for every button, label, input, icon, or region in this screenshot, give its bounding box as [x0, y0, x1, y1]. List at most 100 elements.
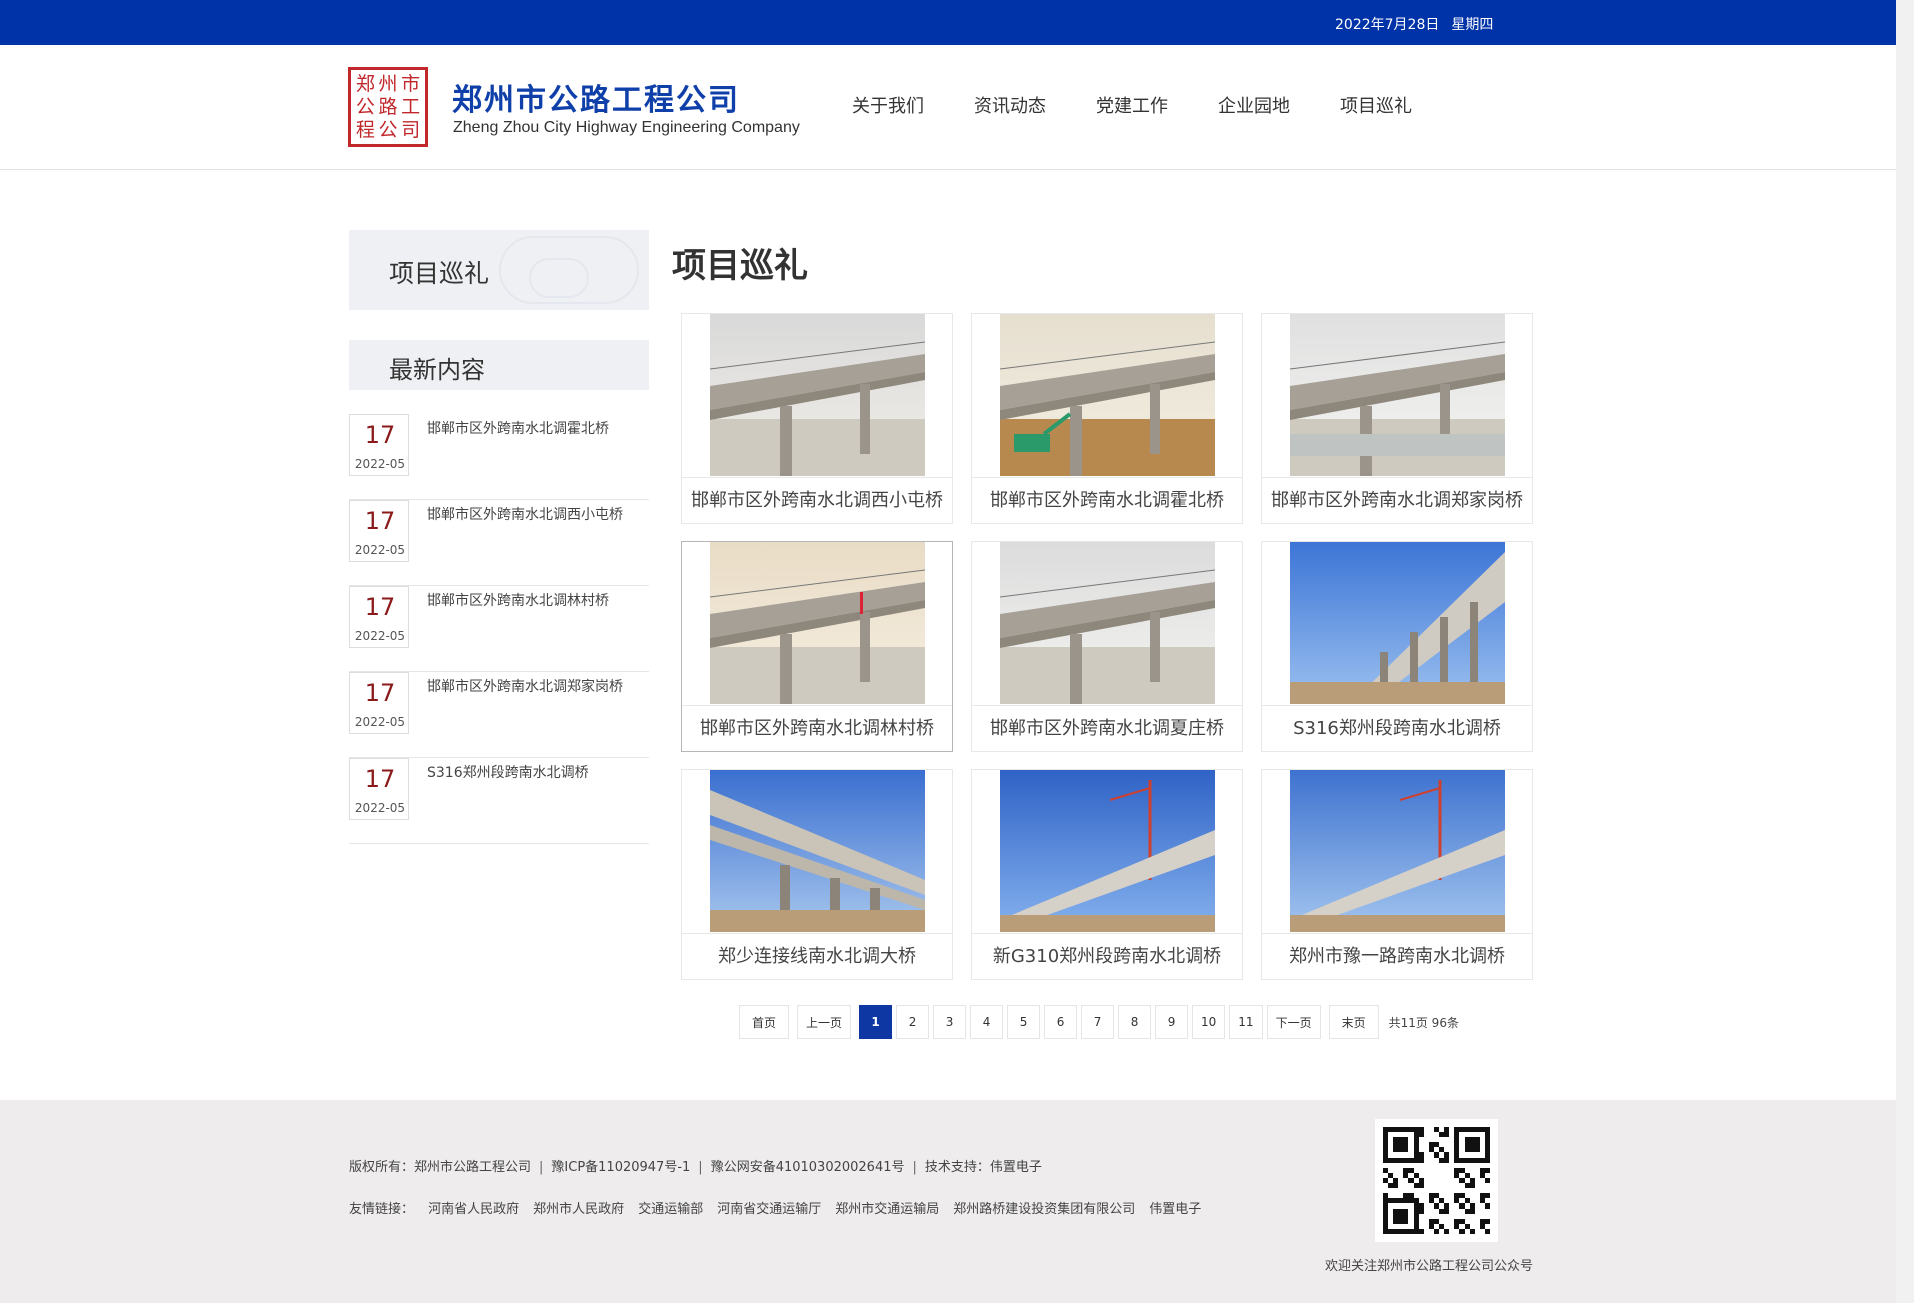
- friend-link-5[interactable]: 郑州市交通运输局: [835, 1202, 939, 1217]
- footer-friend-links: 友情链接： 河南省人民政府 郑州市人民政府 交通运输部 河南省交通运输厅 郑州市交通运输…: [349, 1198, 1215, 1217]
- project-photo[interactable]: [1290, 314, 1505, 476]
- news-title[interactable]: 邯郸市区外跨南水北调郑家岗桥: [427, 676, 623, 696]
- seal-character: 路: [378, 95, 398, 118]
- pagination-page-11[interactable]: 11: [1229, 1005, 1263, 1039]
- pagination-page-7[interactable]: 7: [1081, 1005, 1115, 1039]
- footer-copyright: 版权所有：郑州市公路工程公司: [349, 1160, 532, 1175]
- seal-character: 州: [378, 73, 398, 96]
- project-caption[interactable]: 郑少连接线南水北调大桥: [682, 933, 952, 979]
- friend-link-4[interactable]: 河南省交通运输厅: [717, 1202, 821, 1217]
- nav-item-4[interactable]: 企业园地: [1218, 92, 1340, 118]
- news-date-box: 17 2022-05: [349, 414, 409, 476]
- news-date-box: 17 2022-05: [349, 586, 409, 648]
- project-card[interactable]: 邯郸市区外跨南水北调西小屯桥: [681, 313, 953, 524]
- pagination-page-1[interactable]: 1: [859, 1005, 893, 1039]
- project-card[interactable]: 邯郸市区外跨南水北调林村桥: [681, 541, 953, 752]
- news-year-month: 2022-05: [354, 801, 406, 815]
- project-caption[interactable]: 郑州市豫一路跨南水北调桥: [1262, 933, 1532, 979]
- site-footer: 版权所有：郑州市公路工程公司 | 豫ICP备11020947号-1 | 豫公网安备410…: [0, 1100, 1896, 1303]
- pagination-last-button[interactable]: 末页: [1328, 1005, 1379, 1039]
- news-title[interactable]: S316郑州段跨南水北调桥: [427, 762, 589, 782]
- news-year-month: 2022-05: [354, 457, 406, 471]
- news-date-box: 17 2022-05: [349, 758, 409, 820]
- footer-police-link[interactable]: 豫公网安备41010302002641号: [711, 1160, 905, 1175]
- footer-support-link[interactable]: 技术支持：伟置电子: [925, 1160, 1042, 1175]
- project-card[interactable]: 邯郸市区外跨南水北调夏庄桥: [971, 541, 1243, 752]
- project-photo[interactable]: [710, 314, 925, 476]
- project-card[interactable]: 新G310郑州段跨南水北调桥: [971, 769, 1243, 980]
- page-scrollbar[interactable]: [1896, 0, 1914, 1303]
- news-list-item[interactable]: 17 2022-05 邯郸市区外跨南水北调霍北桥: [349, 414, 649, 500]
- pagination-first-button[interactable]: 首页: [739, 1005, 789, 1039]
- news-date-box: 17 2022-05: [349, 672, 409, 734]
- news-year-month: 2022-05: [354, 715, 406, 729]
- news-title[interactable]: 邯郸市区外跨南水北调林村桥: [427, 590, 609, 610]
- project-photo[interactable]: [1290, 770, 1505, 932]
- main-nav: 关于我们 资讯动态 党建工作 企业园地 项目巡礼: [852, 92, 1462, 118]
- seal-character: 工: [401, 95, 421, 118]
- date-text: 2022年7月28日: [1335, 17, 1440, 33]
- cloud-pattern-icon: [529, 258, 589, 298]
- news-title[interactable]: 邯郸市区外跨南水北调西小屯桥: [427, 504, 623, 524]
- project-caption[interactable]: 邯郸市区外跨南水北调夏庄桥: [972, 705, 1242, 751]
- news-list-item[interactable]: 17 2022-05 邯郸市区外跨南水北调郑家岗桥: [349, 672, 649, 758]
- pagination-page-9[interactable]: 9: [1155, 1005, 1189, 1039]
- project-photo[interactable]: [1000, 542, 1215, 704]
- pagination-page-10[interactable]: 10: [1192, 1005, 1226, 1039]
- project-caption[interactable]: 邯郸市区外跨南水北调郑家岗桥: [1262, 477, 1532, 523]
- pagination-page-6[interactable]: 6: [1044, 1005, 1078, 1039]
- project-caption[interactable]: 邯郸市区外跨南水北调霍北桥: [972, 477, 1242, 523]
- project-photo[interactable]: [1290, 542, 1505, 704]
- project-photo[interactable]: [710, 542, 925, 704]
- news-title[interactable]: 邯郸市区外跨南水北调霍北桥: [427, 418, 609, 438]
- nav-item-1[interactable]: 关于我们: [852, 92, 974, 118]
- pagination-prev-button[interactable]: 上一页: [797, 1005, 852, 1039]
- pagination-page-4[interactable]: 4: [970, 1005, 1004, 1039]
- top-bar: 2022年7月28日 星期四: [0, 0, 1896, 45]
- nav-item-5[interactable]: 项目巡礼: [1340, 92, 1462, 118]
- site-header: 郑州市公路工程公司 郑州市公路工程公司 Zheng Zhou City High…: [0, 45, 1896, 170]
- nav-item-2[interactable]: 资讯动态: [974, 92, 1096, 118]
- project-card[interactable]: 邯郸市区外跨南水北调郑家岗桥: [1261, 313, 1533, 524]
- friend-link-6[interactable]: 郑州路桥建设投资集团有限公司: [953, 1202, 1135, 1217]
- project-card[interactable]: 郑州市豫一路跨南水北调桥: [1261, 769, 1533, 980]
- footer-separator: |: [912, 1160, 917, 1175]
- company-name-english: Zheng Zhou City Highway Engineering Comp…: [453, 119, 800, 136]
- company-seal-logo[interactable]: 郑州市公路工程公司: [348, 67, 428, 147]
- friend-link-2[interactable]: 郑州市人民政府: [533, 1202, 624, 1217]
- current-date: 2022年7月28日 星期四: [1335, 14, 1505, 34]
- project-card[interactable]: 郑少连接线南水北调大桥: [681, 769, 953, 980]
- project-caption[interactable]: S316郑州段跨南水北调桥: [1262, 705, 1532, 751]
- project-photo[interactable]: [710, 770, 925, 932]
- friend-links-label: 友情链接：: [349, 1202, 415, 1217]
- pagination: 首页 上一页 1 2 3 4 5 6 7 8 9 10 11 下一页 末页 共11页 96条: [739, 1005, 1459, 1039]
- friend-link-3[interactable]: 交通运输部: [638, 1202, 703, 1217]
- nav-item-3[interactable]: 党建工作: [1096, 92, 1218, 118]
- seal-character: 市: [401, 73, 421, 96]
- project-photo[interactable]: [1000, 770, 1215, 932]
- pagination-page-5[interactable]: 5: [1007, 1005, 1041, 1039]
- pagination-total: 共11页 96条: [1388, 1015, 1459, 1030]
- wechat-qr-code: [1375, 1119, 1498, 1242]
- news-list-item[interactable]: 17 2022-05 邯郸市区外跨南水北调林村桥: [349, 586, 649, 672]
- project-caption[interactable]: 邯郸市区外跨南水北调林村桥: [682, 705, 952, 751]
- pagination-next-button[interactable]: 下一页: [1266, 1005, 1321, 1039]
- project-caption[interactable]: 新G310郑州段跨南水北调桥: [972, 933, 1242, 979]
- project-card[interactable]: S316郑州段跨南水北调桥: [1261, 541, 1533, 752]
- project-photo[interactable]: [1000, 314, 1215, 476]
- news-list-item[interactable]: 17 2022-05 S316郑州段跨南水北调桥: [349, 758, 649, 844]
- pagination-page-8[interactable]: 8: [1118, 1005, 1152, 1039]
- friend-link-7[interactable]: 伟置电子: [1149, 1202, 1201, 1217]
- project-card[interactable]: 邯郸市区外跨南水北调霍北桥: [971, 313, 1243, 524]
- pagination-page-3[interactable]: 3: [933, 1005, 967, 1039]
- pagination-page-2[interactable]: 2: [896, 1005, 930, 1039]
- friend-link-1[interactable]: 河南省人民政府: [428, 1202, 519, 1217]
- company-name[interactable]: 郑州市公路工程公司: [452, 75, 740, 119]
- footer-icp-link[interactable]: 豫ICP备11020947号-1: [551, 1160, 690, 1175]
- latest-content-title: 最新内容: [389, 356, 485, 384]
- sidebar-title-text: 项目巡礼: [389, 259, 490, 288]
- project-caption[interactable]: 邯郸市区外跨南水北调西小屯桥: [682, 477, 952, 523]
- seal-character: 司: [401, 118, 421, 141]
- news-day: 17: [364, 679, 396, 707]
- news-list-item[interactable]: 17 2022-05 邯郸市区外跨南水北调西小屯桥: [349, 500, 649, 586]
